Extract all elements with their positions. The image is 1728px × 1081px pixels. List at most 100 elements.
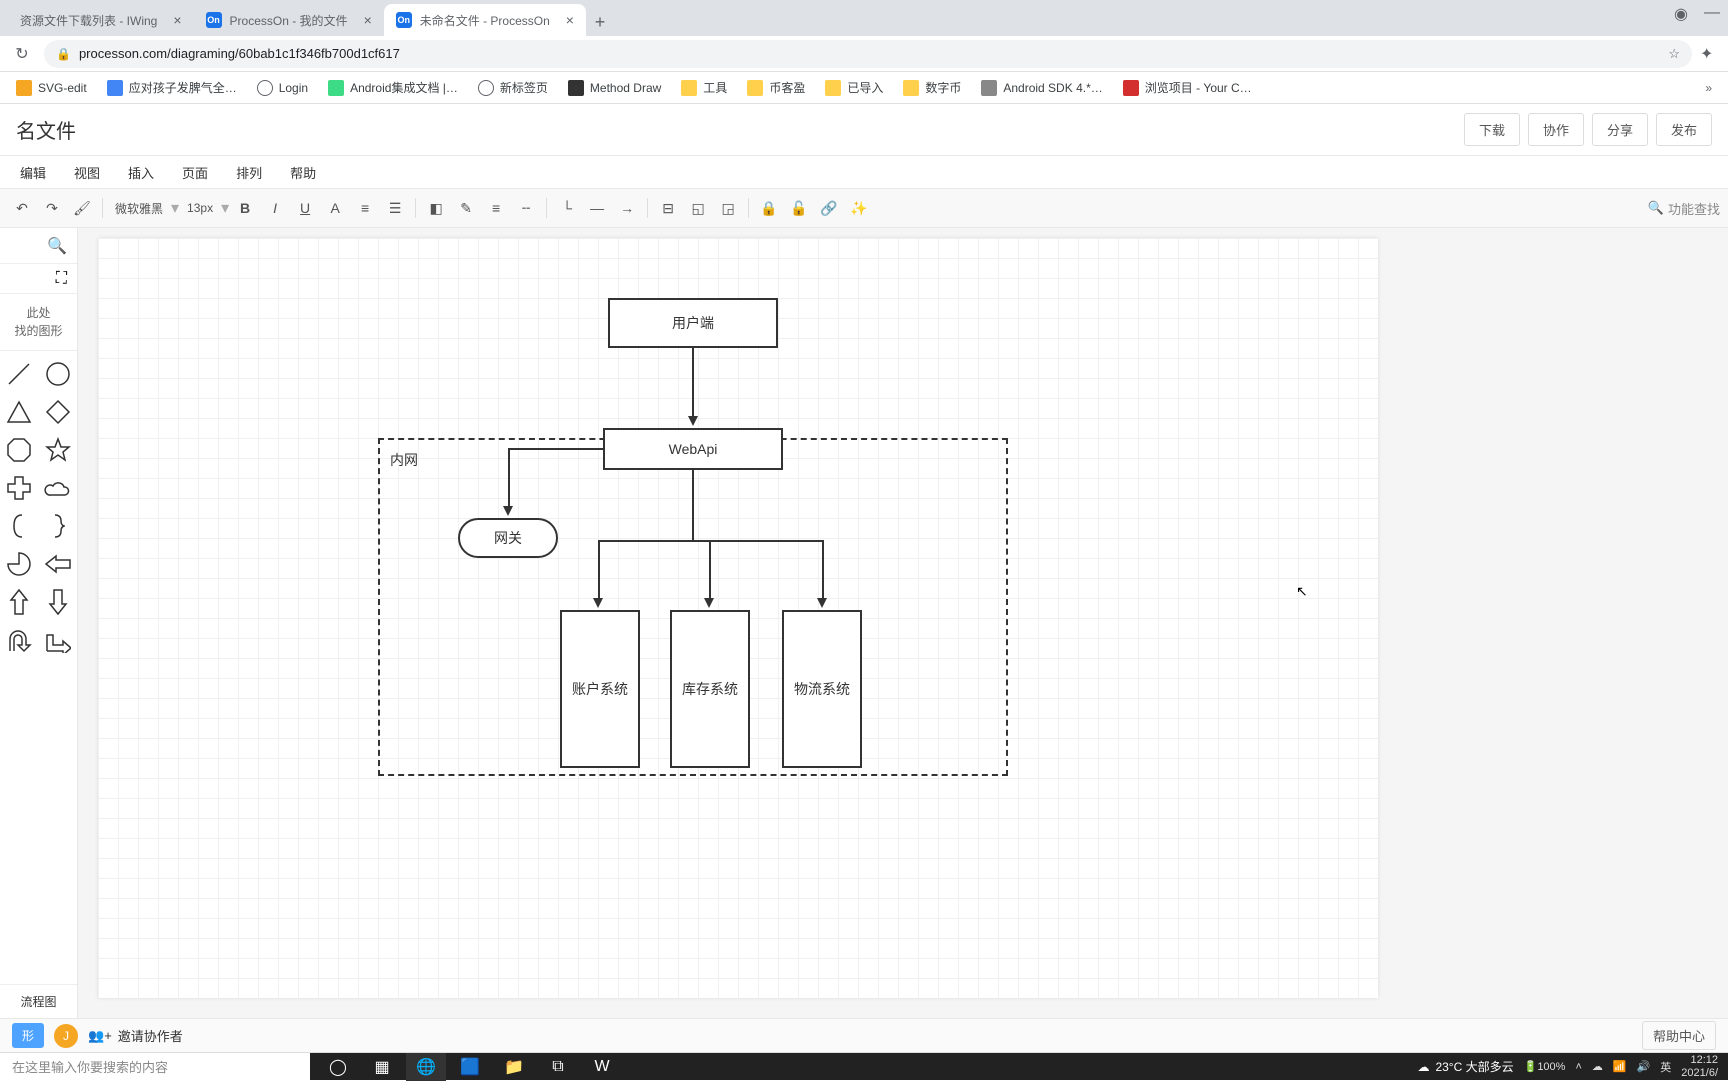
- list-button[interactable]: ☰: [381, 194, 409, 222]
- bookmark-item[interactable]: 数字币: [895, 75, 969, 100]
- profile-icon[interactable]: ◉: [1674, 4, 1688, 24]
- browser-tab[interactable]: 资源文件下载列表 - IWing ×: [8, 4, 194, 36]
- shape-bracket-left[interactable]: [4, 511, 34, 541]
- node-webapi[interactable]: WebApi: [603, 428, 783, 470]
- avatar[interactable]: J: [54, 1024, 78, 1048]
- bookmark-item[interactable]: Login: [249, 76, 316, 100]
- invite-collaborator-button[interactable]: 👥+ 邀请协作者: [88, 1026, 183, 1045]
- share-button[interactable]: 分享: [1592, 113, 1648, 146]
- feature-search[interactable]: 🔍 功能查找: [1648, 199, 1720, 218]
- node-client[interactable]: 用户端: [608, 298, 778, 348]
- shapes-badge[interactable]: 形: [12, 1023, 44, 1048]
- browser-tab-active[interactable]: On 未命名文件 - ProcessOn ×: [384, 4, 586, 36]
- shape-pie[interactable]: [4, 549, 34, 579]
- vs-icon[interactable]: ⧉: [538, 1053, 578, 1081]
- shape-line[interactable]: [4, 359, 34, 389]
- wps-icon[interactable]: W: [582, 1053, 622, 1081]
- node-inventory[interactable]: 库存系统: [670, 610, 750, 768]
- document-title[interactable]: 名文件: [16, 115, 76, 144]
- browser-tab[interactable]: On ProcessOn - 我的文件 ×: [194, 4, 384, 36]
- bookmark-star-icon[interactable]: ☆: [1668, 46, 1680, 62]
- close-icon[interactable]: ×: [566, 12, 574, 28]
- node-logistics[interactable]: 物流系统: [782, 610, 862, 768]
- lock-button[interactable]: 🔒: [755, 194, 783, 222]
- new-tab-button[interactable]: +: [586, 8, 614, 36]
- bookmark-item[interactable]: 已导入: [817, 75, 891, 100]
- volume-icon[interactable]: 🔊: [1637, 1060, 1651, 1073]
- ime-indicator[interactable]: 英: [1660, 1059, 1671, 1075]
- shape-arrow-left[interactable]: [43, 549, 73, 579]
- help-center-button[interactable]: 帮助中心: [1642, 1021, 1716, 1050]
- edge[interactable]: [508, 448, 510, 508]
- menu-help[interactable]: 帮助: [278, 159, 328, 186]
- unlock-button[interactable]: 🔓: [785, 194, 813, 222]
- line-style-button[interactable]: ╌: [512, 194, 540, 222]
- shape-brace-right[interactable]: [43, 511, 73, 541]
- bookmark-item[interactable]: Android SDK 4.*…: [973, 76, 1110, 100]
- expand-icon[interactable]: ⛶: [56, 270, 67, 287]
- edge[interactable]: [508, 448, 603, 450]
- shape-circle[interactable]: [43, 359, 73, 389]
- clock-time[interactable]: 12:12: [1681, 1054, 1718, 1066]
- redo-button[interactable]: ↷: [38, 194, 66, 222]
- explorer-icon[interactable]: 📁: [494, 1053, 534, 1081]
- edge[interactable]: [692, 348, 694, 418]
- task-view-button[interactable]: ▦: [362, 1053, 402, 1081]
- align-objects-button[interactable]: ⊟: [654, 194, 682, 222]
- collaborate-button[interactable]: 协作: [1528, 113, 1584, 146]
- menu-view[interactable]: 视图: [62, 159, 112, 186]
- menu-insert[interactable]: 插入: [116, 159, 166, 186]
- format-painter-button[interactable]: 🖌: [68, 194, 96, 222]
- font-color-button[interactable]: A: [321, 194, 349, 222]
- shape-triangle[interactable]: [4, 397, 34, 427]
- line-color-button[interactable]: ✎: [452, 194, 480, 222]
- canvas[interactable]: 内网 用户端 WebApi 网关 账户系统 库存系统 物流系统: [98, 238, 1378, 998]
- edge[interactable]: [598, 540, 824, 542]
- send-back-button[interactable]: ◲: [714, 194, 742, 222]
- menu-arrange[interactable]: 排列: [224, 159, 274, 186]
- menu-edit[interactable]: 编辑: [8, 159, 58, 186]
- node-gateway[interactable]: 网关: [458, 518, 558, 558]
- bookmark-item[interactable]: 新标签页: [470, 75, 556, 100]
- sidebar-section-label[interactable]: 流程图: [0, 984, 77, 1018]
- edge-icon[interactable]: 🟦: [450, 1053, 490, 1081]
- battery-icon[interactable]: 🔋100%: [1524, 1060, 1566, 1073]
- bookmark-item[interactable]: SVG-edit: [8, 76, 95, 100]
- shape-star[interactable]: [43, 435, 73, 465]
- publish-button[interactable]: 发布: [1656, 113, 1712, 146]
- edge[interactable]: [598, 540, 600, 600]
- shape-uturn[interactable]: [4, 625, 34, 655]
- bring-front-button[interactable]: ◱: [684, 194, 712, 222]
- bookmark-item[interactable]: Method Draw: [560, 76, 669, 100]
- line-type-button[interactable]: —: [583, 194, 611, 222]
- italic-button[interactable]: I: [261, 194, 289, 222]
- minimize-icon[interactable]: —: [1704, 4, 1720, 24]
- fill-color-button[interactable]: ◧: [422, 194, 450, 222]
- bookmarks-overflow[interactable]: »: [1697, 77, 1720, 99]
- edge[interactable]: [709, 540, 711, 600]
- bookmark-item[interactable]: 应对孩子发脾气全…: [99, 75, 245, 100]
- node-account[interactable]: 账户系统: [560, 610, 640, 768]
- font-select[interactable]: 微软雅黑: [109, 198, 169, 219]
- bold-button[interactable]: B: [231, 194, 259, 222]
- windows-search-input[interactable]: 在这里输入你要搜索的内容: [0, 1057, 310, 1076]
- chrome-icon[interactable]: 🌐: [406, 1053, 446, 1081]
- close-icon[interactable]: ×: [173, 12, 181, 28]
- extensions-icon[interactable]: ✦: [1700, 44, 1720, 64]
- bookmark-item[interactable]: 工具: [673, 75, 735, 100]
- shape-corner[interactable]: [43, 625, 73, 655]
- magic-button[interactable]: ✨: [845, 194, 873, 222]
- sidebar-search[interactable]: 🔍: [0, 228, 77, 264]
- start-button[interactable]: ◯: [318, 1053, 358, 1081]
- connector-type-button[interactable]: └: [553, 194, 581, 222]
- edge[interactable]: [822, 540, 824, 600]
- shape-cloud[interactable]: [43, 473, 73, 503]
- bookmark-item[interactable]: 浏览项目 - Your C…: [1115, 75, 1260, 100]
- shape-diamond[interactable]: [43, 397, 73, 427]
- url-field[interactable]: 🔒 processon.com/diagraming/60bab1c1f346f…: [44, 40, 1692, 68]
- chevron-up-icon[interactable]: ˄: [1575, 1061, 1581, 1073]
- undo-button[interactable]: ↶: [8, 194, 36, 222]
- download-button[interactable]: 下载: [1464, 113, 1520, 146]
- wifi-icon[interactable]: 📶: [1613, 1060, 1627, 1073]
- shape-arrow-up[interactable]: [4, 587, 34, 617]
